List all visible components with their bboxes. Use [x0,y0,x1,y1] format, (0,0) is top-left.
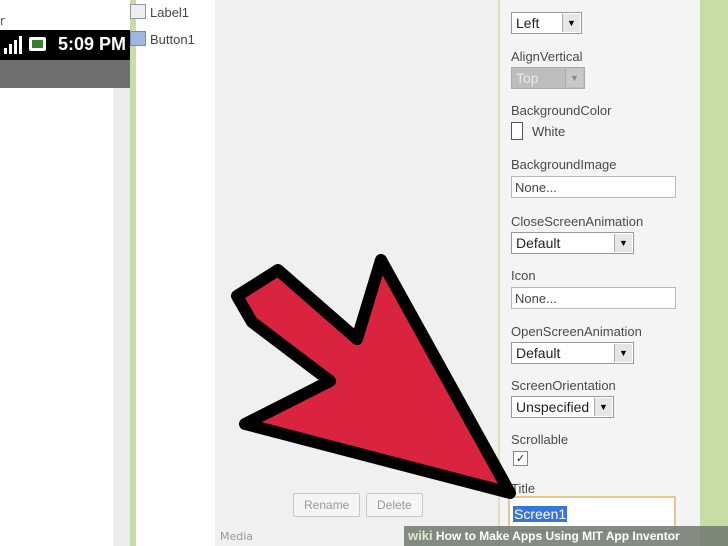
wiki-logo-text: wiki [408,528,433,543]
banner-title: How to Make Apps Using MIT App Inventor [435,529,680,543]
pointer-arrow-shape [231,254,516,499]
annotation-arrow-icon [231,254,516,499]
wikihow-banner: wiki How to Make Apps Using MIT App Inve… [404,526,728,546]
